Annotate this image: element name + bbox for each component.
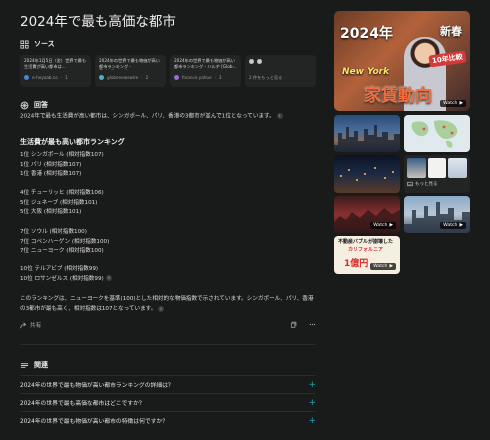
- share-icon: [20, 321, 27, 328]
- more-sources-label: 2 件をもっと見る: [249, 75, 283, 80]
- world-map-image[interactable]: [404, 115, 470, 152]
- thumbnail-caption: カリフォルニア: [348, 247, 384, 253]
- answer-intro: 2024年で最も生活費が高い都市は、シンガポール、パリ、香港の3都市が並んで1位…: [20, 113, 316, 121]
- related-question[interactable]: 2024年の世界で最も物価が高い都市の特徴は何ですか？ +: [20, 411, 316, 429]
- video-thumbnail[interactable]: Watch ▶: [404, 196, 470, 233]
- city-skyline-image[interactable]: [334, 115, 400, 152]
- source-title: 2024年1月5日（金）世界で最も生活費が高い都市は…: [24, 58, 87, 69]
- ranking-item: 7位 コペンハーゲン (相対指数100): [20, 238, 110, 245]
- night-city-image[interactable]: [334, 155, 400, 193]
- page-title: 2024年で最も高価な都市: [20, 14, 176, 30]
- citation-badge[interactable]: 2: [158, 305, 165, 312]
- site-favicon-icon: [174, 74, 179, 80]
- sources-label: ソース: [34, 40, 55, 48]
- more-sources-favicons: [249, 59, 312, 64]
- thumbnail-caption: 1億円: [344, 259, 369, 269]
- answer-header: 回答: [20, 100, 48, 110]
- citation-badge[interactable]: 1: [276, 113, 283, 119]
- answer-label: 回答: [34, 101, 48, 109]
- more-images-card[interactable]: もっと見る: [404, 155, 470, 193]
- ranking-item: 7位 ニューヨーク (相対指数100): [20, 248, 104, 255]
- watch-button[interactable]: Watch ▶: [370, 263, 396, 270]
- answer-actions: 共有: [20, 321, 316, 331]
- source-card[interactable]: 2024年の世界で最も物価が高い都市ランキング - ハルヂ [Glob… fin…: [170, 55, 241, 87]
- ranking-title: 生活費が最も高い都市ランキング: [20, 138, 125, 146]
- related-label: 関連: [34, 361, 48, 369]
- thumbnail-image: [448, 158, 468, 178]
- source-card[interactable]: 2024年1月5日（金）世界で最も生活費が高い都市は… e-heyaab.co …: [20, 55, 91, 87]
- plus-icon[interactable]: +: [308, 398, 316, 408]
- favicon-icon: [257, 59, 262, 64]
- source-site: e-heyaab.co: [32, 74, 58, 80]
- sources-header: ソース: [20, 39, 55, 49]
- source-site: finance.yahoo: [182, 74, 212, 80]
- source-card[interactable]: 2024年の世界で最も物価が高い都市ランキング - GlobeNewswire …: [95, 55, 166, 87]
- ranking-item: 5位 大阪 (相対指数101): [20, 209, 82, 216]
- thumbnail-image: [427, 158, 447, 178]
- source-title: 2024年の世界で最も物価が高い都市ランキング - ハルヂ [Glob…: [174, 58, 237, 69]
- source-title: 2024年の世界で最も物価が高い都市ランキング - GlobeNewswire: [99, 58, 160, 70]
- video-text-season: 新春: [440, 25, 462, 38]
- answer-icon: [20, 101, 29, 110]
- more-options-icon[interactable]: [309, 321, 316, 330]
- share-label: 共有: [30, 323, 42, 329]
- video-text-headline: 家賃動向: [364, 86, 432, 106]
- more-sources-card[interactable]: 2 件をもっと見る: [245, 55, 316, 87]
- plus-icon[interactable]: +: [308, 416, 316, 426]
- ranking-item: 10位 テルアビブ (相対指数99): [20, 266, 99, 272]
- source-cards: 2024年1月5日（金）世界で最も生活費が高い都市は… e-heyaab.co …: [20, 55, 316, 87]
- source-number: 1: [65, 74, 68, 80]
- play-icon: ▶: [459, 223, 463, 228]
- thumbnail-image: [407, 158, 426, 178]
- ranking-item: 5位 ジュネーブ (相対指数101): [20, 199, 98, 206]
- related-question[interactable]: 2024年の世界で最も物価が高い都市ランキングの詳細は？ +: [20, 375, 316, 393]
- more-images-label: もっと見る: [415, 182, 438, 187]
- site-favicon-icon: [24, 74, 29, 80]
- video-text-city: New York: [342, 67, 390, 77]
- favicon-icon: [249, 59, 254, 64]
- watch-button[interactable]: Watch ▶: [440, 100, 466, 107]
- sources-icon: [20, 39, 29, 49]
- ranking-item: 1位 香港 (相対指数107): [20, 171, 82, 178]
- ranking-group: 7位 ソウル (相対指数100) 7位 コペンハーゲン (相対指数100) 7位…: [20, 228, 109, 257]
- featured-video[interactable]: 2024年 新春 10年比較 New York 家賃動向 Watch ▶: [334, 11, 470, 111]
- related-question-text: 2024年の世界で最も高価な都市はどこですか？: [20, 401, 145, 407]
- ranking-group: 1位 シンガポール (相対指数107) 1位 パリ (相対指数107) 1位 香…: [20, 151, 104, 180]
- site-favicon-icon: [99, 74, 104, 80]
- related-question-text: 2024年の世界で最も物価が高い都市の特徴は何ですか？: [20, 419, 169, 425]
- ranking-item: 1位 シンガポール (相対指数107): [20, 152, 104, 158]
- related-question[interactable]: 2024年の世界で最も高価な都市はどこですか？ +: [20, 393, 316, 411]
- ranking-group: 4位 チューリッヒ (相対指数106) 5位 ジュネーブ (相対指数101) 5…: [20, 189, 104, 218]
- video-thumbnail[interactable]: 不動産バブルが崩壊した カリフォルニア 1億円 Watch ▶: [334, 236, 400, 274]
- related-header: 関連: [20, 360, 48, 370]
- source-number: 2: [145, 74, 149, 80]
- video-thumbnail[interactable]: Watch ▶: [334, 196, 400, 233]
- ranking-item: 1位 パリ (相対指数107): [20, 161, 82, 168]
- citation-badge[interactable]: 3: [105, 275, 112, 282]
- footnote-text: このランキングは、ニューヨークを基準(100)とした相対的な物価指数で示されてい…: [20, 296, 314, 312]
- play-icon: ▶: [389, 264, 393, 269]
- play-icon: ▶: [389, 223, 393, 228]
- copy-icon[interactable]: [290, 321, 297, 330]
- ranking-item: 10位 ロサンゼルス (相対指数99): [20, 275, 104, 282]
- ranking-item: 4位 チューリッヒ (相対指数106): [20, 190, 104, 196]
- watch-button[interactable]: Watch ▶: [370, 222, 396, 229]
- answer-footnote: このランキングは、ニューヨークを基準(100)とした相対的な物価指数で示されてい…: [20, 294, 316, 314]
- watch-button[interactable]: Watch ▶: [440, 222, 466, 229]
- plus-icon[interactable]: +: [308, 380, 316, 390]
- ranking-group: 10位 テルアビブ (相対指数99) 10位 ロサンゼルス (相対指数99) 3: [20, 265, 112, 284]
- related-icon: [20, 362, 29, 368]
- source-site: globenewswire: [107, 74, 139, 80]
- play-icon: ▶: [459, 101, 463, 106]
- video-text-year: 2024年: [340, 26, 393, 42]
- share-button[interactable]: 共有: [20, 321, 41, 329]
- source-number: 3: [218, 74, 222, 80]
- ranking-item: 7位 ソウル (相対指数100): [20, 229, 87, 235]
- thumbnail-caption: 不動産バブルが崩壊した: [338, 239, 394, 245]
- section-divider: [20, 344, 316, 345]
- image-icon: [407, 181, 413, 187]
- related-question-text: 2024年の世界で最も物価が高い都市ランキングの詳細は？: [20, 383, 174, 389]
- intro-text: 2024年で最も生活費が高い都市は、シンガポール、パリ、香港の3都市が並んで1位…: [20, 113, 275, 120]
